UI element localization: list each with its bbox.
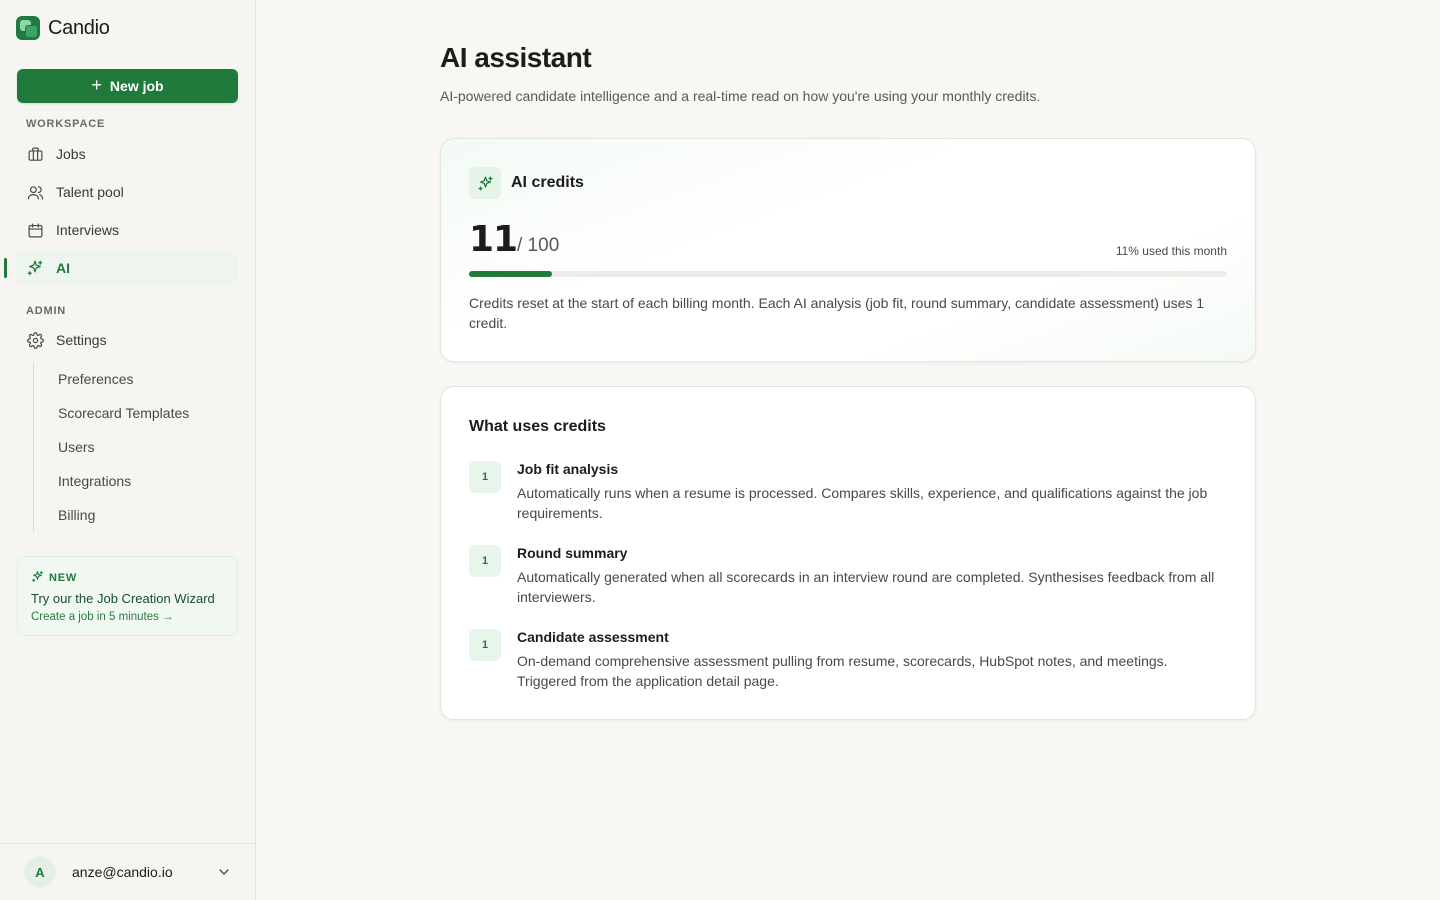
promo-card[interactable]: NEW Try our the Job Creation Wizard Crea… xyxy=(17,556,238,636)
sidebar: Candio + New job WORKSPACE Jobs Talent p… xyxy=(0,0,256,900)
uses-title: What uses credits xyxy=(469,418,606,435)
use-name: Job fit analysis xyxy=(517,461,619,477)
credit-cost-badge: 1 xyxy=(469,629,501,661)
credits-total-value: / 100 xyxy=(517,235,560,256)
page-title: AI assistant xyxy=(440,42,592,73)
sidebar-item-label: Jobs xyxy=(56,146,86,162)
subnav-item-scorecard-templates[interactable]: Scorecard Templates xyxy=(58,405,189,421)
subnav-item-billing[interactable]: Billing xyxy=(58,507,95,523)
brand-name: Candio xyxy=(48,16,110,39)
users-icon xyxy=(26,183,44,201)
credits-note: Credits reset at the start of each billi… xyxy=(469,295,1205,331)
sidebar-item-jobs[interactable]: Jobs xyxy=(16,137,238,171)
subnav-item-preferences[interactable]: Preferences xyxy=(58,371,133,387)
use-description: Automatically generated when all scoreca… xyxy=(517,569,1215,605)
promo-title: Try our the Job Creation Wizard xyxy=(31,591,215,606)
user-email: anze@candio.io xyxy=(72,864,173,880)
sparkles-icon xyxy=(31,570,44,586)
new-job-label: New job xyxy=(109,78,164,94)
sparkles-icon xyxy=(469,167,501,199)
sidebar-item-interviews[interactable]: Interviews xyxy=(16,213,238,247)
brand[interactable]: Candio xyxy=(16,16,110,40)
credit-cost-badge: 1 xyxy=(469,545,501,577)
credits-progress-bar xyxy=(469,271,1227,277)
sidebar-item-settings[interactable]: Settings xyxy=(16,323,238,357)
calendar-icon xyxy=(26,221,44,239)
sidebar-item-label: AI xyxy=(56,260,70,276)
gear-icon xyxy=(26,331,44,349)
briefcase-icon xyxy=(26,145,44,163)
ai-credits-card: AI credits 11 / 100 11% used this month … xyxy=(440,138,1256,362)
user-menu[interactable]: A anze@candio.io xyxy=(0,843,255,900)
credits-title: AI credits xyxy=(511,174,584,191)
workspace-section-label: WORKSPACE xyxy=(26,118,106,130)
use-description: On-demand comprehensive assessment pulli… xyxy=(517,653,1168,689)
sidebar-item-label: Talent pool xyxy=(56,184,124,200)
use-name: Candidate assessment xyxy=(517,629,669,645)
settings-subnav: Preferences Scorecard Templates Users In… xyxy=(33,362,238,532)
sidebar-item-label: Settings xyxy=(56,332,107,348)
credits-percent-label: 11% used this month xyxy=(1115,244,1227,258)
promo-badge: NEW xyxy=(31,570,77,586)
sparkles-icon xyxy=(26,259,44,277)
credit-uses-card: What uses credits 1 Job fit analysis Aut… xyxy=(440,386,1256,720)
sidebar-item-ai[interactable]: AI xyxy=(16,251,238,285)
chevron-down-icon[interactable] xyxy=(216,864,232,880)
plus-icon: + xyxy=(91,75,102,95)
avatar: A xyxy=(24,856,56,888)
use-name: Round summary xyxy=(517,545,628,561)
credits-used-value: 11 xyxy=(469,219,518,260)
subnav-item-integrations[interactable]: Integrations xyxy=(58,473,131,489)
sidebar-item-label: Interviews xyxy=(56,222,120,238)
credits-progress-fill xyxy=(469,271,553,277)
admin-section-label: ADMIN xyxy=(26,305,67,317)
subnav-item-users[interactable]: Users xyxy=(58,439,95,455)
new-job-button[interactable]: + New job xyxy=(17,69,238,103)
promo-badge-label: NEW xyxy=(49,572,78,584)
candio-logo-icon xyxy=(16,16,40,40)
page-subtitle: AI-powered candidate intelligence and a … xyxy=(440,88,1041,104)
promo-link[interactable]: Create a job in 5 minutes → xyxy=(31,611,174,623)
sidebar-item-talent-pool[interactable]: Talent pool xyxy=(16,175,238,209)
credit-cost-badge: 1 xyxy=(469,461,501,493)
active-indicator xyxy=(4,258,7,278)
use-description: Automatically runs when a resume is proc… xyxy=(517,485,1208,521)
